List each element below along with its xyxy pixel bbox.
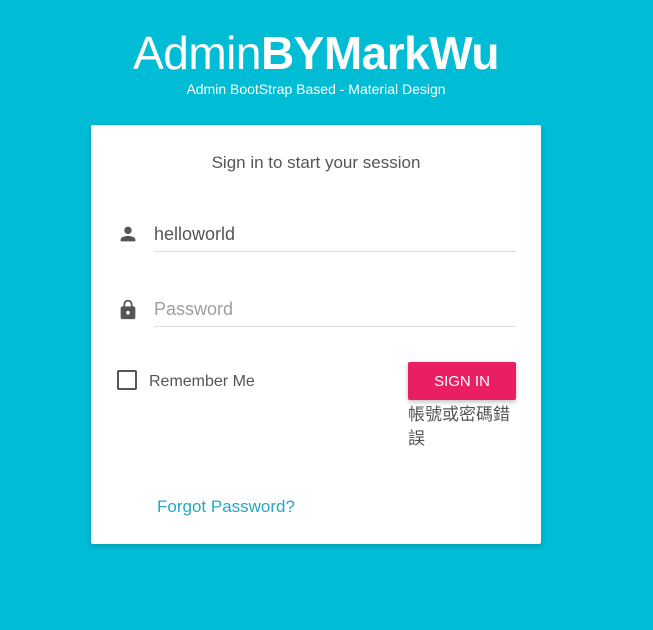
password-input[interactable] [154, 292, 516, 327]
login-card: Sign in to start your session Remember M… [91, 125, 541, 544]
card-title: Sign in to start your session [211, 153, 421, 172]
remember-me-label[interactable]: Remember Me [149, 372, 255, 392]
person-icon [117, 223, 139, 245]
sign-in-button[interactable]: SIGN IN [408, 362, 516, 400]
logo-bold-text: BYMarkWu [260, 27, 499, 79]
forgot-password-link[interactable]: Forgot Password? [157, 496, 295, 518]
username-input[interactable] [154, 217, 516, 252]
app-logo: AdminBYMarkWu [0, 26, 632, 80]
remember-me-checkbox[interactable] [117, 370, 137, 390]
logo-light-text: Admin [133, 27, 261, 79]
login-error-message: 帳號或密碼錯誤 [408, 405, 510, 449]
app-subtitle: Admin BootStrap Based - Material Design [186, 81, 446, 97]
lock-icon [117, 299, 139, 321]
